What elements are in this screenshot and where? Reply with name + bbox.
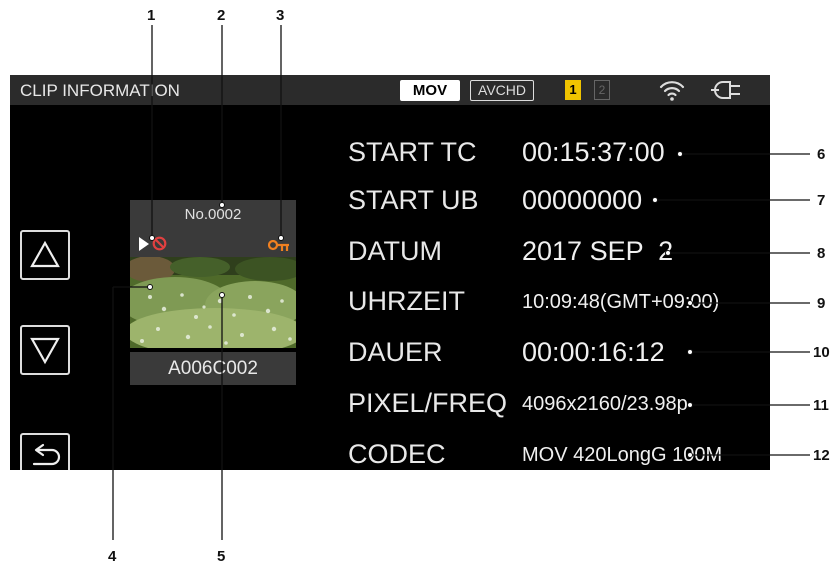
camera-screen: CLIP INFORMATION MOV AVCHD 1 2 No.0002 A… <box>10 75 770 470</box>
pixel-freq-value: 4096x2160/23.98p <box>522 393 688 415</box>
return-button[interactable] <box>20 433 70 470</box>
wifi-icon <box>659 81 685 101</box>
dauer-value: 00:00:16:12 <box>522 337 665 367</box>
callout-9: 9 <box>817 295 826 312</box>
scroll-down-button[interactable] <box>20 325 70 375</box>
power-plug-icon <box>711 81 740 99</box>
thumbnail-image <box>130 257 296 348</box>
callout-2: 2 <box>217 7 226 24</box>
clip-name: A006C002 <box>130 352 296 385</box>
start-tc-value: 00:15:37:00 <box>522 137 665 167</box>
mov-format-badge: MOV <box>400 80 460 101</box>
card-slot-1-indicator: 1 <box>565 80 581 100</box>
callout-5: 5 <box>217 548 226 565</box>
datum-value: 2017 SEP 2 <box>522 236 674 266</box>
title-bar: CLIP INFORMATION MOV AVCHD 1 2 <box>10 75 770 105</box>
no-playback-icon <box>152 236 167 251</box>
callout-4: 4 <box>108 548 117 565</box>
card-slot-2-indicator: 2 <box>594 80 610 100</box>
uhrzeit-label: UHRZEIT <box>348 286 465 316</box>
up-triangle-icon <box>30 240 60 268</box>
datum-label: DATUM <box>348 236 442 266</box>
callout-12: 12 <box>813 447 830 464</box>
start-tc-label: START TC <box>348 137 477 167</box>
pixel-freq-label: PIXEL/FREQ <box>348 388 508 418</box>
codec-label: CODEC <box>348 439 446 469</box>
callout-11: 11 <box>813 397 829 414</box>
clip-thumbnail[interactable] <box>130 257 296 348</box>
clip-number: No.0002 <box>184 206 242 223</box>
down-triangle-icon <box>30 337 60 365</box>
clip-header: No.0002 <box>130 200 296 257</box>
callout-3: 3 <box>276 7 285 24</box>
callout-1: 1 <box>147 7 156 24</box>
callout-8: 8 <box>817 245 826 262</box>
start-ub-value: 00000000 <box>522 185 643 215</box>
dauer-label: DAUER <box>348 337 443 367</box>
codec-value: MOV 420LongG 100M <box>522 444 723 466</box>
avchd-format-badge: AVCHD <box>470 80 534 101</box>
uhrzeit-value: 10:09:48(GMT+09:00) <box>522 291 720 313</box>
scroll-up-button[interactable] <box>20 230 70 280</box>
back-arrow-icon <box>32 443 61 466</box>
callout-7: 7 <box>817 192 826 209</box>
callout-10: 10 <box>813 344 830 361</box>
screen-title: CLIP INFORMATION <box>20 81 180 100</box>
play-icon <box>139 237 149 251</box>
callout-6: 6 <box>817 146 826 163</box>
start-ub-label: START UB <box>348 185 479 215</box>
protect-key-icon <box>268 240 289 251</box>
